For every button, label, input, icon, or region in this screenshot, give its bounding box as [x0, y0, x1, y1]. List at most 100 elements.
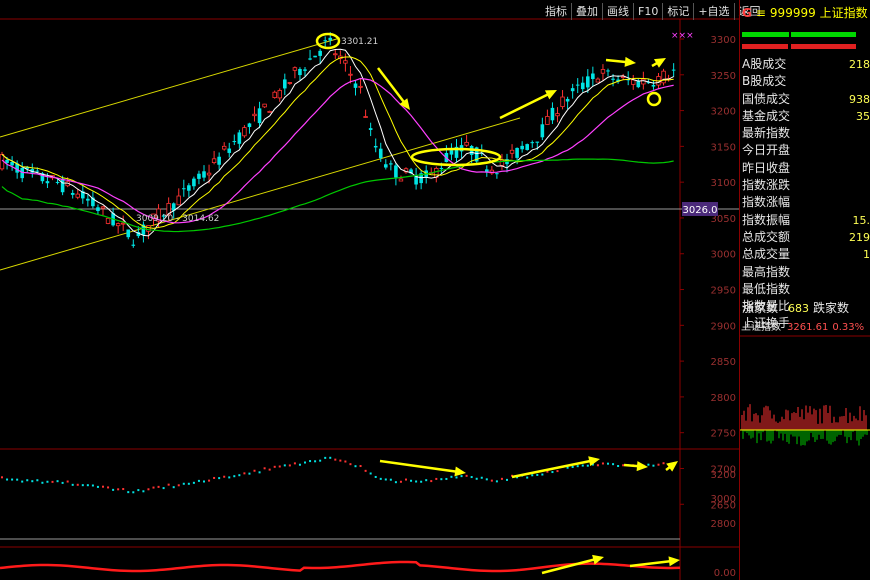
indicator1-dot	[157, 485, 160, 488]
indicator1-dot	[369, 472, 372, 475]
indicator1-dot	[81, 484, 84, 487]
candle	[333, 49, 338, 59]
indicator1-dot	[394, 481, 397, 484]
indicator1-dot	[258, 471, 261, 474]
mini-chart-change: 0.33%	[832, 322, 865, 333]
indicator1-dot	[36, 479, 39, 482]
indicator1-dot	[490, 479, 493, 482]
price-axis-label: 2750	[711, 429, 736, 440]
trend-arrow	[379, 459, 466, 477]
indicator1-dot	[233, 475, 236, 478]
indicator1-dot	[112, 488, 115, 491]
indicator1-dot	[278, 465, 281, 468]
candle	[176, 188, 181, 206]
quote-row-value: 9384	[849, 92, 870, 106]
indicator1-dot	[485, 478, 488, 481]
toolbar-add-watch-button[interactable]: +自选	[693, 3, 733, 20]
candle	[277, 88, 282, 102]
candle	[570, 83, 575, 99]
indicator1-dot	[329, 456, 332, 459]
candle	[398, 175, 404, 182]
candle	[237, 129, 242, 149]
candle	[81, 183, 85, 204]
channel-upper-line	[0, 37, 341, 138]
toolbar-f10-button[interactable]: F10	[633, 3, 662, 20]
candle	[60, 175, 65, 196]
quote-row-value: 2191	[849, 230, 870, 244]
quote-row: 总成交额 2191	[742, 229, 870, 246]
indicator-axis-label: 0.00	[714, 568, 736, 579]
quote-row: 最低指数	[742, 281, 870, 298]
candle	[70, 189, 75, 199]
toolbar-overlay-button[interactable]: 叠加	[571, 3, 602, 20]
candle	[227, 142, 232, 158]
indicator1-dot	[662, 462, 665, 465]
quote-row-label: 基金成交	[742, 108, 791, 123]
indicator1-dot	[56, 480, 59, 483]
quote-row-value: 359	[856, 109, 870, 123]
candle	[454, 138, 459, 163]
candle	[449, 143, 454, 161]
indicator1-dot	[107, 486, 110, 489]
advance-label: 涨家数	[742, 301, 779, 315]
indicator1-dot	[607, 462, 609, 465]
indicator1-dot	[283, 464, 286, 467]
candle	[96, 204, 100, 215]
candle	[283, 73, 287, 96]
indicator1-dot	[379, 477, 382, 480]
indicator1-dot	[172, 486, 175, 489]
candle	[343, 53, 348, 72]
indicator1-dot	[167, 483, 170, 486]
toolbar-draw-button[interactable]: 画线	[602, 3, 633, 20]
candle	[565, 96, 570, 110]
candle	[600, 64, 606, 81]
quote-header: G ≡ 999999 上证指数	[742, 4, 868, 21]
g-badge: G	[742, 6, 752, 20]
indicator1-dot	[293, 462, 296, 465]
quote-row: 今日开盘	[742, 142, 870, 159]
indicator1-dot	[162, 487, 165, 490]
indicator1-dot	[596, 464, 599, 467]
trend-arrow	[665, 461, 678, 472]
indicator1-dot	[541, 473, 544, 476]
candle	[242, 125, 247, 138]
indicator1-dot	[122, 488, 125, 491]
indicator1-dot	[354, 465, 357, 468]
indicator1-dot	[203, 480, 205, 483]
menu-icon[interactable]: ≡	[756, 6, 766, 20]
indicator1-dot	[581, 464, 584, 467]
quote-row: 昨日收盘	[742, 160, 870, 177]
indicator1-dot	[506, 478, 508, 481]
indicator1-dot	[273, 465, 276, 468]
candle	[126, 229, 131, 240]
indicator1-dot	[304, 461, 306, 464]
candle	[389, 160, 393, 171]
price-axis-label: 3000	[711, 250, 736, 261]
indicator1-dot	[218, 477, 221, 480]
candle	[192, 176, 196, 190]
price-axis-label: 2900	[711, 321, 736, 332]
indicator1-dot	[127, 491, 130, 494]
candle	[373, 138, 378, 153]
low-price-annotation: 3009.20 - 3014.62	[136, 214, 219, 224]
toolbar-indicator-button[interactable]: 指标	[541, 3, 571, 20]
indicator1-dot	[430, 480, 433, 483]
quote-row: B股成交1	[742, 73, 870, 90]
quote-row: 最新指数	[742, 125, 870, 142]
indicator1-dot	[16, 478, 19, 481]
candle	[182, 179, 186, 197]
indicator1-dot	[102, 485, 104, 488]
trend-arrow	[499, 90, 557, 120]
toolbar-mark-button[interactable]: 标记	[662, 3, 693, 20]
breadth-bar-red	[742, 44, 788, 49]
quote-row-label: 最高指数	[742, 264, 791, 279]
quote-row-label: 今日开盘	[742, 143, 791, 158]
indicator1-dot	[268, 468, 271, 471]
candle	[651, 80, 656, 90]
indicator1-dot	[364, 469, 367, 472]
indicator1-dot	[213, 476, 216, 479]
indicator1-dot	[248, 472, 251, 475]
candle	[363, 109, 368, 118]
indicator1-dot	[349, 463, 352, 466]
candle	[292, 66, 298, 79]
